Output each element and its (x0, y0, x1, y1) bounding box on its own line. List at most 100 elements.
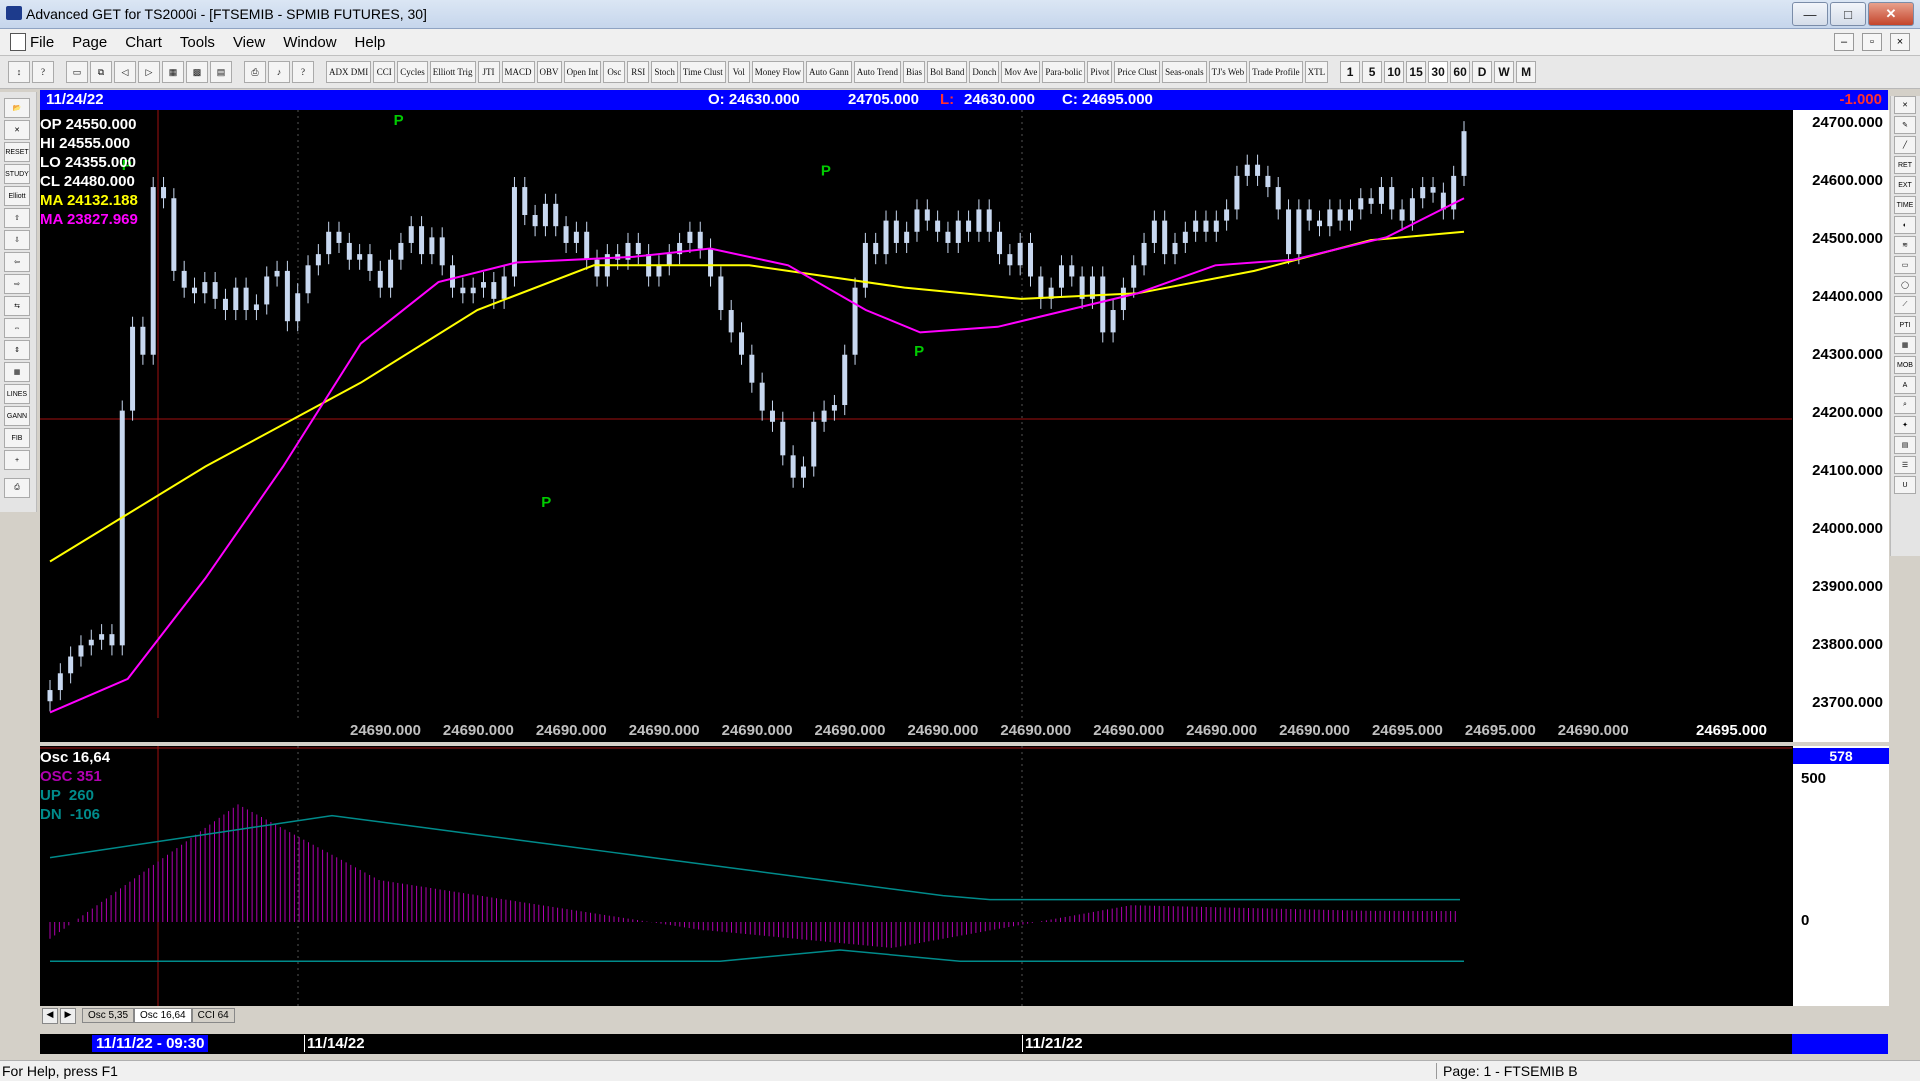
study-button[interactable]: Pivot (1087, 61, 1113, 83)
elliott-icon[interactable]: Elliott (4, 186, 30, 206)
interval-button[interactable]: 1 (1340, 61, 1361, 83)
menu-help[interactable]: Help (355, 34, 386, 51)
tab-scroll-left-icon[interactable]: ◀ (42, 1008, 58, 1024)
study-button[interactable]: Cycles (397, 61, 428, 83)
document-icon[interactable] (10, 33, 26, 51)
study-button[interactable]: XTL (1304, 61, 1329, 83)
study-button[interactable]: JTI (477, 61, 500, 83)
ellipse-icon[interactable]: ◯ (1894, 276, 1916, 294)
print-chart-icon[interactable]: ⎙ (4, 478, 30, 498)
menu-chart[interactable]: Chart (125, 34, 162, 51)
mdi-close-button[interactable]: × (1890, 33, 1910, 51)
close-button[interactable]: ✕ (1868, 2, 1914, 26)
fan-icon[interactable]: ≋ (1894, 236, 1916, 254)
zoom-icon[interactable]: ⇕ (4, 340, 30, 360)
study-button[interactable]: Auto Gann (806, 61, 852, 83)
interval-button[interactable]: 5 (1362, 61, 1383, 83)
mdi-restore-button[interactable]: ▫ (1862, 33, 1882, 51)
box-icon[interactable]: ▭ (1894, 256, 1916, 274)
study-button[interactable]: Price Clust (1114, 61, 1161, 83)
study-button[interactable]: Seas-onals (1162, 61, 1207, 83)
interval-button[interactable]: D (1472, 61, 1493, 83)
reset-icon[interactable]: RESET (4, 142, 30, 162)
fib-retracement-icon[interactable]: RET (1894, 156, 1916, 174)
menu-tools[interactable]: Tools (180, 34, 215, 51)
mob-icon[interactable]: MOB (1894, 356, 1916, 374)
interval-button[interactable]: M (1516, 61, 1537, 83)
interval-button[interactable]: W (1494, 61, 1515, 83)
compress-icon[interactable]: ⇆ (4, 296, 30, 316)
study-button[interactable]: Mov Ave (1001, 61, 1041, 83)
arrow-right-icon[interactable]: ⇨ (4, 274, 30, 294)
print-icon[interactable]: ⎙ (244, 61, 266, 83)
gann-box-icon[interactable]: GANN (4, 406, 30, 426)
fib-icon[interactable]: FIB (4, 428, 30, 448)
arrow-left-icon[interactable]: ⇦ (4, 252, 30, 272)
study-button[interactable]: RSI (627, 61, 650, 83)
study-button[interactable]: Vol (727, 61, 750, 83)
maximize-button[interactable]: □ (1830, 2, 1866, 26)
interval-button[interactable]: 30 (1428, 61, 1449, 83)
list-icon[interactable]: ☰ (1894, 456, 1916, 474)
mdi-minimize-button[interactable]: – (1834, 33, 1854, 51)
expand-icon[interactable]: ⇔ (4, 318, 30, 338)
interval-button[interactable]: 15 (1406, 61, 1427, 83)
study-icon[interactable]: STUDY (4, 164, 30, 184)
fib-extension-icon[interactable]: EXT (1894, 176, 1916, 194)
study-button[interactable]: Bol Band (927, 61, 968, 83)
minimize-button[interactable]: — (1792, 2, 1828, 26)
tile-icon[interactable]: ▦ (162, 61, 184, 83)
study-button[interactable]: MACD (501, 61, 535, 83)
study-button[interactable]: Donch (969, 61, 1000, 83)
tab-osc-16-64[interactable]: Osc 16,64 (134, 1008, 192, 1023)
study-button[interactable]: Osc (603, 61, 626, 83)
study-button[interactable]: TJ's Web (1208, 61, 1248, 83)
study-button[interactable]: Stoch (651, 61, 678, 83)
arrow-up-icon[interactable]: ⇧ (4, 208, 30, 228)
layout-icon[interactable]: ▤ (210, 61, 232, 83)
copy-icon[interactable]: ⧉ (90, 61, 112, 83)
study-button[interactable]: Elliott Trig (429, 61, 476, 83)
lines-icon[interactable]: LINES (4, 384, 30, 404)
study-button[interactable]: Auto Trend (853, 61, 902, 83)
paint-icon[interactable]: ✦ (1894, 416, 1916, 434)
back-icon[interactable]: ◁ (114, 61, 136, 83)
arrow-down-icon[interactable]: ⇩ (4, 230, 30, 250)
menu-view[interactable]: View (233, 34, 265, 51)
grid-tool-icon[interactable]: ▦ (1894, 336, 1916, 354)
undo-icon[interactable]: U (1894, 476, 1916, 494)
study-button[interactable]: OBV (536, 61, 562, 83)
context-help-icon[interactable]: ? (292, 61, 314, 83)
text-icon[interactable]: A (1894, 376, 1916, 394)
line-tool-icon[interactable]: ╱ (1894, 136, 1916, 154)
tab-osc-5-35[interactable]: Osc 5,35 (82, 1008, 135, 1023)
price-chart[interactable]: PPPPP OP 24550.000 HI 24555.000 LO 24355… (40, 110, 1888, 742)
table-icon[interactable]: ▦ (4, 362, 30, 382)
new-page-icon[interactable]: ▭ (66, 61, 88, 83)
study-button[interactable]: Open Int (563, 61, 602, 83)
menu-file[interactable]: File (30, 34, 54, 51)
grid-icon[interactable]: ▩ (186, 61, 208, 83)
forward-icon[interactable]: ▷ (138, 61, 160, 83)
tip-icon[interactable]: ♪ (268, 61, 290, 83)
gann-fan-icon[interactable]: ⟋ (1894, 296, 1916, 314)
fib-time-icon[interactable]: TIME (1894, 196, 1916, 214)
calendar-icon[interactable]: ▤ (1894, 436, 1916, 454)
help-pointer-icon[interactable]: ? (32, 61, 54, 83)
open-icon[interactable]: 📂 (4, 98, 30, 118)
gann-icon[interactable]: ✕ (4, 120, 30, 140)
interval-button[interactable]: 60 (1450, 61, 1471, 83)
study-button[interactable]: Money Flow (751, 61, 805, 83)
study-button[interactable]: Trade Profile (1249, 61, 1303, 83)
study-button[interactable]: Time Clust (679, 61, 726, 83)
oscillator-panel[interactable]: Osc 16,64 OSC 351 UP 260 DN -106 (40, 746, 1888, 1006)
menu-window[interactable]: Window (283, 34, 336, 51)
menu-page[interactable]: Page (72, 34, 107, 51)
study-button[interactable]: Bias (903, 61, 926, 83)
delete-icon[interactable]: ✕ (1894, 96, 1916, 114)
tab-cci-64[interactable]: CCI 64 (191, 1008, 235, 1023)
tab-scroll-right-icon[interactable]: ▶ (60, 1008, 76, 1024)
study-button[interactable]: CCI (373, 61, 396, 83)
magnify-icon[interactable]: ⌕ (1894, 396, 1916, 414)
study-button[interactable]: Para-bolic (1042, 61, 1086, 83)
